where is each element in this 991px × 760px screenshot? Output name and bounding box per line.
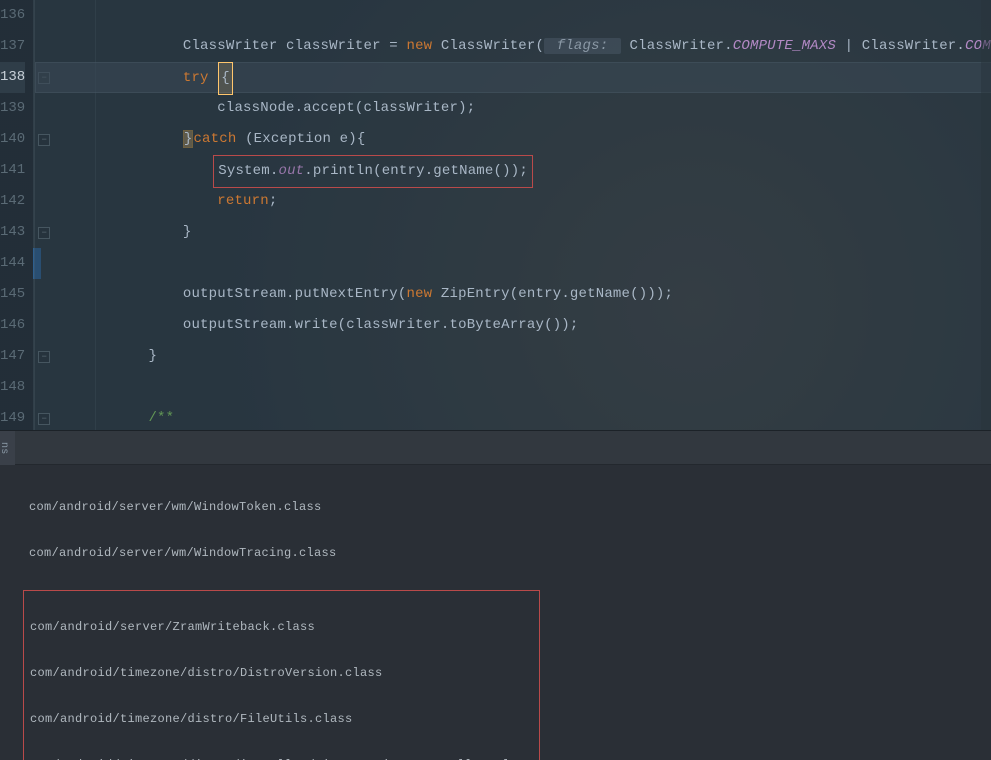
console-side-tab[interactable]: ns: [0, 431, 15, 465]
highlight-box: System.out.println(entry.getName());: [213, 155, 533, 188]
line-number-gutter: 136 137 138 139 140 141 142 143 144 145 …: [0, 0, 33, 430]
code-line[interactable]: }catch (Exception e){: [35, 124, 991, 155]
code-text: [45, 224, 183, 240]
code-line[interactable]: }: [35, 217, 991, 248]
matching-brace: }: [183, 130, 194, 148]
highlight-box: com/android/server/ZramWriteback.class c…: [23, 590, 540, 760]
code-area[interactable]: ClassWriter classWriter = new ClassWrite…: [34, 0, 991, 430]
error-stripe[interactable]: [981, 0, 991, 430]
line-number: 137: [0, 31, 25, 62]
console-line: com/android/server/wm/WindowTracing.clas…: [29, 542, 977, 565]
code-line[interactable]: [35, 248, 991, 279]
caret-brace: {: [218, 62, 233, 95]
code-text: [45, 348, 148, 364]
semicolon: ;: [269, 193, 278, 209]
console-line: com/android/timezone/distro/DistroVersio…: [30, 662, 533, 685]
code-text: [45, 38, 183, 54]
semicolon: ;: [665, 286, 674, 302]
code-editor[interactable]: 136 137 138 139 140 141 142 143 144 145 …: [0, 0, 991, 430]
keyword-catch: catch: [193, 131, 236, 147]
line-number: 143: [0, 217, 25, 248]
code-text: [45, 163, 217, 179]
code-line[interactable]: System.out.println(entry.getName());: [35, 155, 991, 186]
code-text: ClassWriter.: [862, 38, 965, 54]
semicolon: ;: [467, 100, 476, 116]
code-text: [45, 317, 183, 333]
keyword-new: new: [406, 286, 432, 302]
comment: /**: [148, 410, 174, 426]
line-number: 139: [0, 93, 25, 124]
code-text: ZipEntry(entry.getName())): [432, 286, 664, 302]
line-number: 148: [0, 372, 25, 403]
line-number: 138: [0, 62, 25, 93]
console-toolbar[interactable]: ns: [0, 431, 991, 465]
semicolon: ;: [519, 163, 528, 179]
code-line[interactable]: ClassWriter classWriter = new ClassWrite…: [35, 31, 991, 62]
code-text: classNode.accept(classWriter): [217, 100, 466, 116]
line-number: 140: [0, 124, 25, 155]
code-line[interactable]: }: [35, 341, 991, 372]
semicolon: ;: [570, 317, 579, 333]
code-text: .println(entry.getName()): [304, 163, 519, 179]
code-text: [45, 193, 217, 209]
code-text: outputStream.write(classWriter.toByteArr…: [183, 317, 570, 333]
code-text: [45, 286, 183, 302]
code-text: }: [148, 348, 157, 364]
build-output-panel[interactable]: ns com/android/server/wm/WindowToken.cla…: [0, 430, 991, 760]
code-text: |: [836, 38, 862, 54]
parameter-hint: flags:: [544, 38, 621, 54]
console-line: com/android/server/ZramWriteback.class: [30, 616, 533, 639]
console-line: com/android/timezone/distro/installer/Ti…: [30, 754, 533, 760]
line-number: 144: [0, 248, 25, 279]
keyword-try: try: [183, 70, 209, 86]
code-text: [45, 70, 183, 86]
code-text: [45, 410, 148, 426]
code-text: outputStream.putNextEntry(: [183, 286, 407, 302]
code-text: ClassWriter(: [432, 38, 544, 54]
code-text: System.: [218, 163, 278, 179]
code-text: ClassWriter classWriter =: [183, 38, 407, 54]
code-line[interactable]: classNode.accept(classWriter);: [35, 93, 991, 124]
static-field: out: [278, 163, 304, 179]
line-number: 142: [0, 186, 25, 217]
code-line[interactable]: outputStream.write(classWriter.toByteArr…: [35, 310, 991, 341]
console-line: com/android/server/wm/WindowToken.class: [29, 496, 977, 519]
keyword-new: new: [406, 38, 432, 54]
constant: COMPUTE_MAXS: [733, 38, 836, 54]
code-line[interactable]: [35, 0, 991, 31]
code-text: [45, 100, 217, 116]
console-line: com/android/timezone/distro/FileUtils.cl…: [30, 708, 533, 731]
line-number: 146: [0, 310, 25, 341]
code-line[interactable]: outputStream.putNextEntry(new ZipEntry(e…: [35, 279, 991, 310]
code-text: ClassWriter.: [621, 38, 733, 54]
line-number: 147: [0, 341, 25, 372]
code-line[interactable]: return;: [35, 186, 991, 217]
code-text: [45, 131, 183, 147]
line-number: 136: [0, 0, 25, 31]
code-text: (Exception e){: [236, 131, 365, 147]
line-number: 141: [0, 155, 25, 186]
code-text: }: [183, 224, 192, 240]
console-output[interactable]: com/android/server/wm/WindowToken.class …: [15, 465, 991, 760]
line-number: 145: [0, 279, 25, 310]
code-line[interactable]: [35, 372, 991, 403]
code-line-active[interactable]: try {: [35, 62, 991, 93]
keyword-return: return: [217, 193, 269, 209]
